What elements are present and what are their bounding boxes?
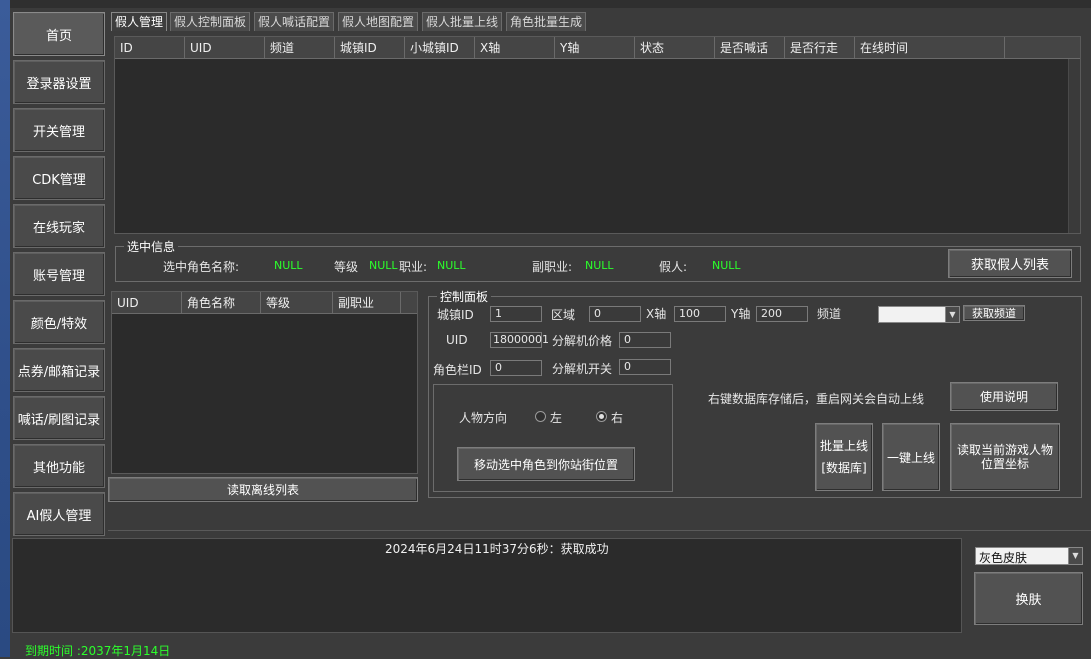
column-header[interactable]: 小城镇ID bbox=[405, 37, 475, 59]
decompose-switch-input[interactable]: 0 bbox=[619, 359, 671, 375]
get-bot-list-button[interactable]: 获取假人列表 bbox=[948, 249, 1072, 278]
batch-online-line1: 批量上线 bbox=[819, 439, 868, 453]
uid-input[interactable]: 18000001 bbox=[490, 332, 549, 348]
grid-scrollbar[interactable] bbox=[1068, 59, 1080, 233]
column-header[interactable]: 在线时间 bbox=[855, 37, 1005, 59]
selected-subjob-value: NULL bbox=[585, 259, 614, 272]
usage-instructions-button[interactable]: 使用说明 bbox=[950, 382, 1058, 411]
column-header[interactable]: 等级 bbox=[261, 292, 333, 314]
channel-label: 频道 bbox=[817, 307, 842, 321]
y-axis-label: Y轴 bbox=[731, 307, 751, 321]
area-input[interactable]: 0 bbox=[589, 306, 641, 322]
column-header[interactable]: 城镇ID bbox=[335, 37, 405, 59]
get-channel-button[interactable]: 获取频道 bbox=[963, 305, 1025, 321]
bot-list-grid[interactable]: ID UID 频道 城镇ID 小城镇ID X轴 Y轴 状态 是否喊话 是否行走 … bbox=[114, 36, 1081, 234]
direction-right-label[interactable]: 右 bbox=[611, 409, 623, 426]
nav-ai-bot-management[interactable]: AI假人管理 bbox=[13, 492, 105, 536]
nav-home[interactable]: 首页 bbox=[13, 12, 105, 56]
nav-launcher-settings[interactable]: 登录器设置 bbox=[13, 60, 105, 104]
selected-job-label: 职业: bbox=[399, 260, 428, 274]
nav-shout-map-records[interactable]: 喊话/刷图记录 bbox=[13, 396, 105, 440]
tab-bot-map-config[interactable]: 假人地图配置 bbox=[338, 12, 419, 31]
expiry-status: 到期时间 :2037年1月14日 bbox=[25, 644, 171, 658]
column-header[interactable]: 状态 bbox=[635, 37, 715, 59]
bot-list-header: ID UID 频道 城镇ID 小城镇ID X轴 Y轴 状态 是否喊话 是否行走 … bbox=[115, 37, 1080, 59]
offline-list-grid[interactable]: UID 角色名称 等级 副职业 bbox=[111, 291, 418, 474]
column-header[interactable]: 是否行走 bbox=[785, 37, 855, 59]
tab-role-batch-generate[interactable]: 角色批量生成 bbox=[506, 12, 587, 31]
channel-select[interactable]: ▼ bbox=[878, 306, 960, 323]
selected-info-group: 选中信息 选中角色名称: NULL 等级 NULL 职业: NULL 副职业: … bbox=[115, 238, 1081, 282]
slot-id-input[interactable]: 0 bbox=[490, 360, 542, 376]
decompose-price-label: 分解机价格 bbox=[552, 334, 613, 348]
column-header[interactable]: X轴 bbox=[475, 37, 555, 59]
column-header[interactable]: 是否喊话 bbox=[715, 37, 785, 59]
move-to-stand-position-button[interactable]: 移动选中角色到你站街位置 bbox=[457, 447, 635, 481]
column-header[interactable]: 频道 bbox=[265, 37, 335, 59]
offline-list-header: UID 角色名称 等级 副职业 bbox=[112, 292, 417, 314]
selected-level-value: NULL bbox=[369, 259, 398, 272]
direction-right-radio[interactable] bbox=[596, 411, 607, 422]
column-header[interactable]: UID bbox=[185, 37, 265, 59]
tab-bot-management[interactable]: 假人管理 bbox=[111, 12, 168, 31]
x-axis-input[interactable]: 100 bbox=[674, 306, 726, 322]
nav-cdk-management[interactable]: CDK管理 bbox=[13, 156, 105, 200]
one-click-online-button[interactable]: 一键上线 bbox=[882, 423, 940, 491]
area-label: 区域 bbox=[551, 308, 576, 322]
selected-fake-label: 假人: bbox=[659, 260, 688, 274]
desktop-edge bbox=[0, 0, 10, 657]
batch-online-db-button[interactable]: 批量上线 [数据库] bbox=[815, 423, 873, 491]
chevron-down-icon[interactable]: ▼ bbox=[945, 307, 959, 322]
batch-online-line2: [数据库] bbox=[821, 461, 867, 475]
nav-online-players[interactable]: 在线玩家 bbox=[13, 204, 105, 248]
x-axis-label: X轴 bbox=[646, 307, 667, 321]
title-bar-strip bbox=[0, 0, 1091, 8]
column-header[interactable]: 角色名称 bbox=[182, 292, 261, 314]
column-header[interactable]: UID bbox=[112, 292, 182, 314]
divider bbox=[108, 530, 1091, 531]
selected-name-label: 选中角色名称: bbox=[163, 260, 240, 274]
selected-info-title: 选中信息 bbox=[124, 238, 179, 255]
tab-bot-control-panel[interactable]: 假人控制面板 bbox=[170, 12, 251, 31]
y-axis-input[interactable]: 200 bbox=[756, 306, 808, 322]
direction-label: 人物方向 bbox=[459, 411, 508, 425]
decompose-price-input[interactable]: 0 bbox=[619, 332, 671, 348]
nav-switch-management[interactable]: 开关管理 bbox=[13, 108, 105, 152]
selected-subjob-label: 副职业: bbox=[532, 260, 573, 274]
direction-left-label[interactable]: 左 bbox=[550, 409, 562, 426]
nav-coupon-mail-records[interactable]: 点券/邮箱记录 bbox=[13, 348, 105, 392]
nav-account-management[interactable]: 账号管理 bbox=[13, 252, 105, 296]
selected-fake-value: NULL bbox=[712, 259, 741, 272]
town-id-label: 城镇ID bbox=[437, 308, 474, 322]
read-player-coord-button[interactable]: 读取当前游戏人物位置坐标 bbox=[950, 423, 1060, 491]
town-id-input[interactable]: 1 bbox=[490, 306, 542, 322]
tab-bot-batch-online[interactable]: 假人批量上线 bbox=[422, 12, 503, 31]
selected-level-label: 等级 bbox=[334, 260, 359, 274]
read-offline-list-button[interactable]: 读取离线列表 bbox=[108, 477, 418, 502]
column-header[interactable]: ID bbox=[115, 37, 185, 59]
log-panel[interactable]: 2024年6月24日11时37分6秒：获取成功 bbox=[12, 538, 962, 633]
nav-color-effects[interactable]: 颜色/特效 bbox=[13, 300, 105, 344]
selected-name-value: NULL bbox=[274, 259, 303, 272]
skin-select-value: 灰色皮肤 bbox=[979, 551, 1028, 565]
chevron-down-icon[interactable]: ▼ bbox=[1068, 548, 1082, 564]
change-skin-button[interactable]: 换肤 bbox=[974, 572, 1083, 625]
direction-left-radio[interactable] bbox=[535, 411, 546, 422]
selected-job-value: NULL bbox=[437, 259, 466, 272]
column-header[interactable]: Y轴 bbox=[555, 37, 635, 59]
decompose-switch-label: 分解机开关 bbox=[552, 362, 613, 376]
control-panel-title: 控制面板 bbox=[437, 288, 492, 305]
log-message: 2024年6月24日11时37分6秒：获取成功 bbox=[385, 542, 609, 556]
skin-select[interactable]: 灰色皮肤 ▼ bbox=[975, 547, 1083, 565]
nav-other-functions[interactable]: 其他功能 bbox=[13, 444, 105, 488]
column-header[interactable]: 副职业 bbox=[333, 292, 401, 314]
uid-label: UID bbox=[446, 333, 468, 347]
auto-online-hint: 右键数据库存储后，重启网关会自动上线 bbox=[708, 392, 925, 406]
tab-bot-shout-config[interactable]: 假人喊话配置 bbox=[254, 12, 335, 31]
slot-id-label: 角色栏ID bbox=[433, 363, 482, 377]
